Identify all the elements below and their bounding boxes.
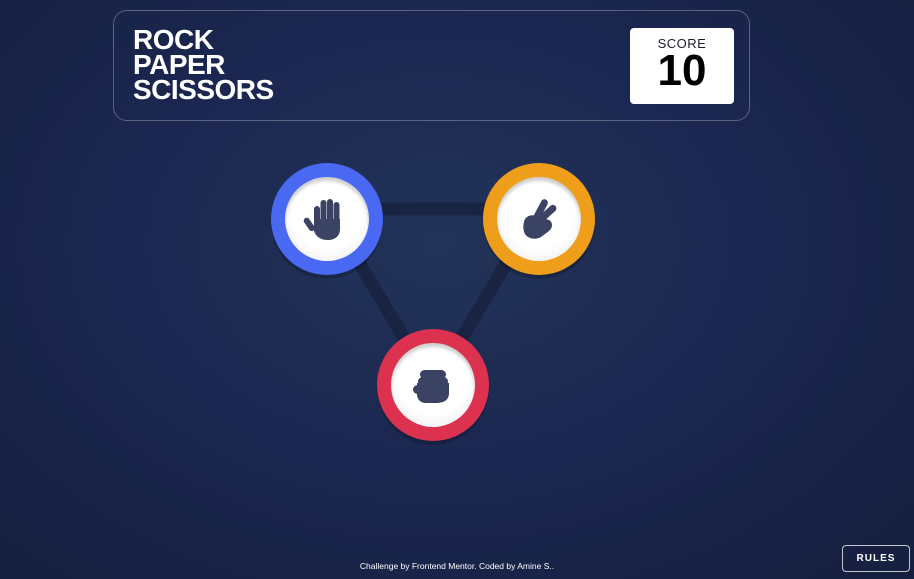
scissors-hand-icon (523, 199, 557, 239)
rock-button[interactable] (377, 329, 489, 441)
game-board (0, 0, 914, 579)
rock-chip-face (391, 343, 475, 427)
scissors-button[interactable] (483, 163, 595, 275)
paper-hand-icon (303, 199, 340, 240)
paper-button[interactable] (271, 163, 383, 275)
footer-attribution: Challenge by Frontend Mentor. Coded by A… (359, 561, 555, 571)
scissors-chip-face (497, 177, 581, 261)
triangle-background (320, 202, 546, 393)
paper-chip-face (285, 177, 369, 261)
rules-button[interactable]: RULES (842, 545, 910, 572)
rock-fist-icon (413, 370, 449, 403)
